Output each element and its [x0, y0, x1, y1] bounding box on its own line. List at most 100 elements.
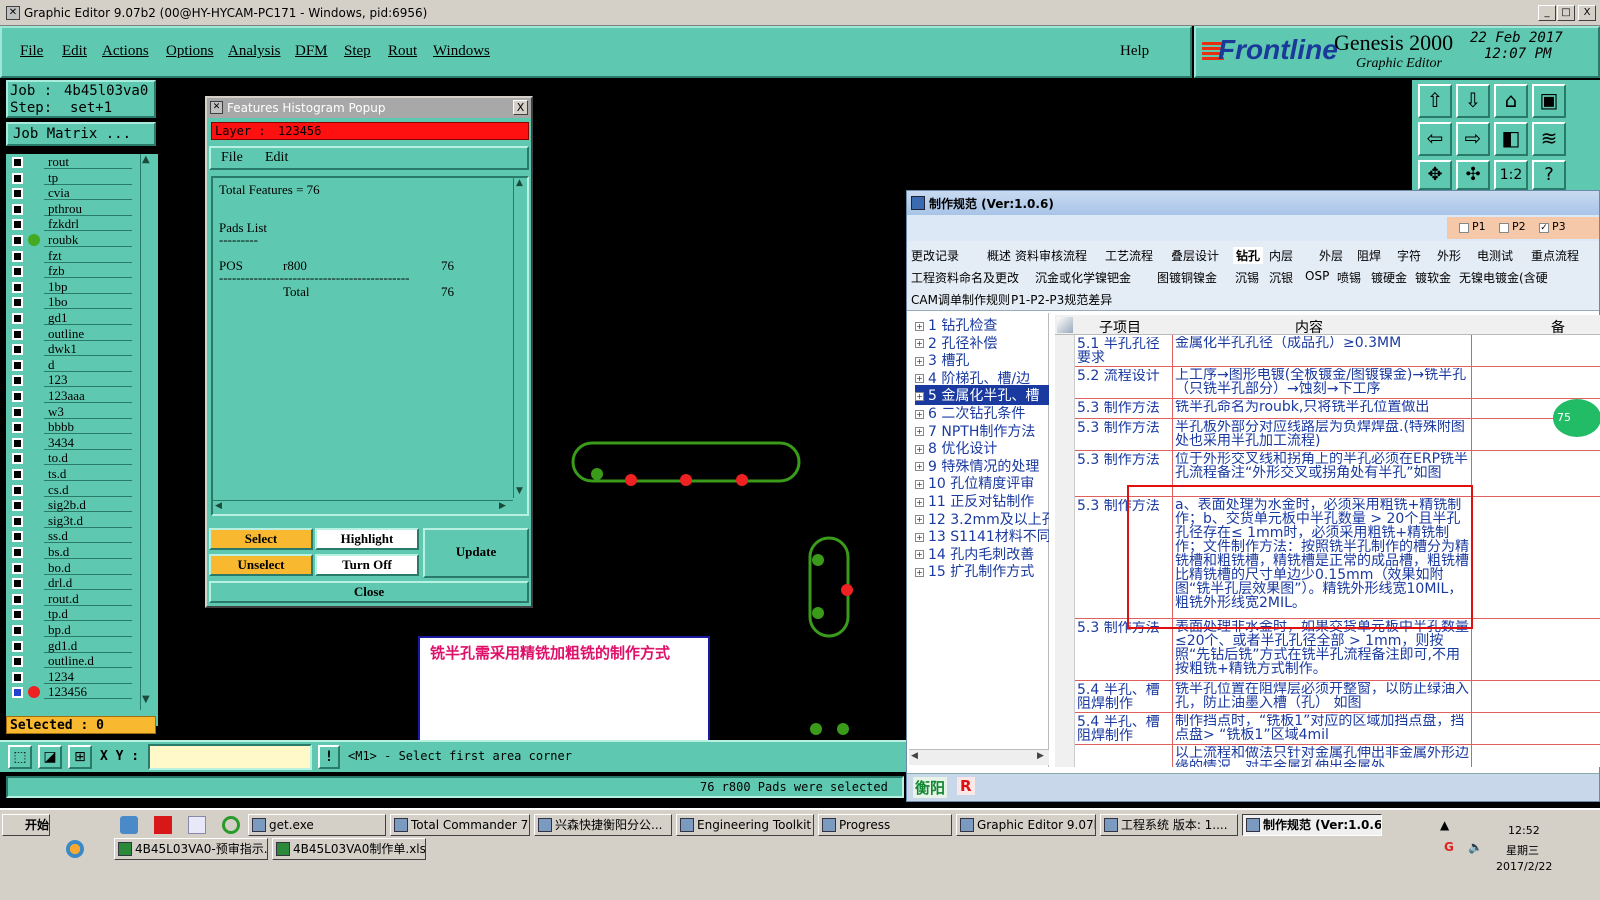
layer-checkbox[interactable]: [12, 640, 23, 652]
tray-network-icon[interactable]: ▲: [1440, 818, 1458, 836]
floating-badge[interactable]: 75: [1553, 399, 1600, 437]
table-row[interactable]: 5.4 半孔、槽阻焊制作 制作挡点时，“铣板1”对应的区域加挡点盘，挡点盘> “铣…: [1055, 713, 1600, 745]
layer-name[interactable]: 123: [44, 372, 132, 388]
layer-row[interactable]: d: [6, 356, 158, 373]
spec-tab[interactable]: 概述: [987, 247, 1011, 264]
layer-checkbox[interactable]: [12, 391, 23, 402]
expand-icon[interactable]: +: [915, 462, 924, 472]
spec-tab[interactable]: 叠层设计: [1171, 247, 1219, 264]
spec-tab[interactable]: CAM调单制作规则: [911, 291, 1010, 308]
layer-checkbox[interactable]: [12, 203, 23, 215]
layer-row[interactable]: bbbb: [6, 419, 158, 435]
layer-row[interactable]: 123aaa: [6, 388, 158, 404]
layer-name[interactable]: roubk: [44, 232, 132, 247]
layer-row[interactable]: gd1: [6, 310, 158, 326]
p1-checkbox[interactable]: [1459, 223, 1469, 233]
expand-icon[interactable]: +: [915, 567, 924, 577]
menu-rout[interactable]: Rout: [388, 43, 417, 60]
layer-name[interactable]: 1234: [44, 668, 132, 684]
expand-icon[interactable]: +: [915, 391, 924, 401]
spec-tab[interactable]: 电测试: [1477, 247, 1513, 264]
highlight-button[interactable]: Highlight: [315, 528, 419, 550]
tool-icon-7[interactable]: ◧: [1494, 122, 1528, 156]
layer-checkbox[interactable]: [12, 157, 23, 168]
layer-name[interactable]: fzt: [44, 247, 132, 263]
expand-icon[interactable]: +: [915, 532, 924, 542]
menu-help[interactable]: Help: [1120, 43, 1149, 60]
taskbar-task[interactable]: Graphic Editor 9.07b2...: [956, 814, 1096, 836]
taskbar-task[interactable]: 工程系统 版本: 1....: [1100, 814, 1238, 836]
unselect-button[interactable]: Unselect: [209, 554, 313, 576]
taskbar-task[interactable]: Progress: [818, 814, 952, 836]
layer-checkbox[interactable]: [12, 531, 23, 543]
close-button[interactable]: X: [1578, 5, 1596, 21]
taskbar-task[interactable]: Total Commander 7.0...: [390, 814, 530, 836]
layer-checkbox[interactable]: [12, 219, 23, 231]
scroll-up-icon[interactable]: ▲: [516, 178, 523, 188]
menu-windows[interactable]: Windows: [433, 43, 490, 60]
layer-checkbox[interactable]: [12, 328, 23, 340]
spec-tab[interactable]: 图镀铜镍金: [1157, 269, 1217, 286]
xy-input[interactable]: [148, 744, 312, 770]
layer-row[interactable]: cs.d: [6, 481, 158, 498]
table-row[interactable]: 以上流程和做法只针对金属孔伸出非金属外形边缘的情况，对于金属孔伸出金属外: [1055, 745, 1600, 767]
spec-tab[interactable]: 更改记录: [911, 247, 959, 264]
layer-row[interactable]: roubk: [6, 232, 158, 248]
zoom-area-icon[interactable]: ◪: [38, 745, 62, 769]
tray-app-icon[interactable]: G: [1444, 840, 1462, 858]
menu-step[interactable]: Step: [344, 43, 371, 60]
spec-tab[interactable]: 镀软金: [1415, 269, 1451, 286]
layer-row[interactable]: rout.d: [6, 590, 158, 607]
expand-icon[interactable]: +: [915, 409, 924, 419]
layer-checkbox[interactable]: [12, 422, 23, 434]
tray-volume-icon[interactable]: 🔈: [1468, 840, 1486, 858]
layer-checkbox[interactable]: [12, 469, 23, 480]
job-matrix-button[interactable]: Job Matrix ...: [6, 122, 156, 146]
spec-tab[interactable]: 无镍电镀金(含硬: [1459, 269, 1548, 286]
table-row[interactable]: 5.4 半孔、槽阻焊制作 铣半孔位置在阻焊层必须开整窗，以防止绿油入孔，防止油墨入…: [1055, 681, 1600, 713]
taskbar-task[interactable]: get.exe: [248, 814, 386, 836]
update-button[interactable]: Update: [423, 528, 529, 578]
layer-name[interactable]: outline: [44, 325, 132, 341]
layer-name[interactable]: 3434: [44, 434, 132, 450]
layer-name[interactable]: sig3t.d: [44, 512, 132, 528]
layer-checkbox[interactable]: [12, 578, 23, 590]
layer-list-scrollbar[interactable]: ▲ ▼: [140, 154, 154, 710]
menu-edit[interactable]: Edit: [62, 43, 87, 60]
tool-icon-2[interactable]: ⇩: [1456, 84, 1490, 118]
tool-icon-8[interactable]: ≋: [1532, 122, 1566, 156]
spec-tab[interactable]: 外层: [1319, 247, 1343, 264]
layer-name[interactable]: cvia: [44, 185, 132, 201]
zoom-fit-icon[interactable]: ⬚: [8, 745, 32, 769]
document-icon[interactable]: [188, 816, 206, 834]
layer-checkbox[interactable]: [12, 281, 23, 293]
layer-row[interactable]: w3: [6, 403, 158, 420]
layer-row[interactable]: fzkdrl: [6, 216, 158, 232]
layer-name[interactable]: dwk1: [44, 341, 132, 357]
scroll-right-icon[interactable]: ▶: [1037, 751, 1044, 761]
expand-icon[interactable]: +: [915, 515, 924, 525]
tool-icon-12[interactable]: ?: [1532, 160, 1566, 190]
p3-checkbox[interactable]: ✓: [1539, 223, 1549, 233]
layer-name[interactable]: d: [44, 356, 132, 372]
layer-name[interactable]: 1bo: [44, 294, 132, 310]
layer-name[interactable]: gd1: [44, 310, 132, 325]
layer-checkbox[interactable]: [12, 172, 23, 184]
layer-name[interactable]: outline.d: [44, 653, 132, 669]
layer-checkbox[interactable]: [12, 344, 23, 356]
spec-tab[interactable]: 字符: [1397, 247, 1421, 264]
taskbar-task[interactable]: 制作规范 (Ver:1.0.6): [1242, 814, 1382, 836]
layer-checkbox[interactable]: [12, 266, 23, 278]
tool-icon-11[interactable]: 1:2: [1494, 160, 1528, 190]
layer-row[interactable]: drl.d: [6, 575, 158, 591]
layer-name[interactable]: bp.d: [44, 622, 132, 637]
layer-row[interactable]: rout: [6, 154, 158, 170]
layer-name[interactable]: ts.d: [44, 466, 132, 481]
layer-row[interactable]: bp.d: [6, 622, 158, 638]
taskbar-task[interactable]: Engineering Toolkit 9....: [676, 814, 814, 836]
layer-checkbox[interactable]: [12, 500, 23, 512]
histogram-vscroll[interactable]: ▲ ▼: [513, 178, 527, 498]
table-row[interactable]: 5.1 半孔孔径要求 金属化半孔孔径（成品孔）≥0.3MM: [1055, 335, 1600, 367]
layer-row[interactable]: fzt: [6, 247, 158, 264]
layer-checkbox[interactable]: [12, 437, 23, 449]
